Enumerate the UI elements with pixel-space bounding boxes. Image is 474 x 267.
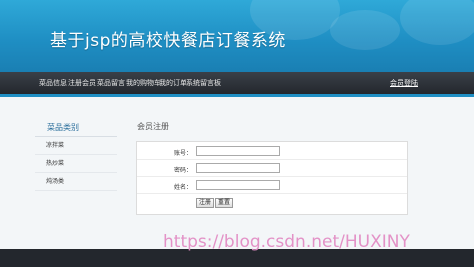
nav-login-link[interactable]: 会员登陆 xyxy=(390,78,418,88)
reset-button[interactable]: 重置 xyxy=(215,198,234,208)
account-label: 账号： xyxy=(173,150,192,157)
name-label: 姓名： xyxy=(173,184,192,191)
sidebar-item-soups[interactable]: 炖汤类 xyxy=(35,173,117,191)
form-row-account: 账号： xyxy=(137,144,407,160)
site-header: 基于jsp的高校快餐店订餐系统 xyxy=(0,0,474,72)
nav-item-orders[interactable]: 我的订单 xyxy=(159,78,187,88)
password-input[interactable] xyxy=(196,163,280,173)
nav-item-message-board[interactable]: 系统留言板 xyxy=(186,78,221,88)
register-panel: 会员注册 账号： 密码： 姓名： 注册 重置 xyxy=(133,118,409,218)
nav-item-cart[interactable]: 我的购物车 xyxy=(126,78,161,88)
register-form: 账号： 密码： 姓名： 注册 重置 xyxy=(136,141,408,215)
account-input[interactable] xyxy=(196,146,280,156)
top-nav: 菜品信息 注册会员 菜品留言 我的购物车 我的订单 系统留言板 会员登陆 xyxy=(0,72,474,95)
name-input[interactable] xyxy=(196,180,280,190)
password-label: 密码： xyxy=(173,167,192,174)
nav-item-dish-comments[interactable]: 菜品留言 xyxy=(97,78,125,88)
header-decoration xyxy=(400,0,474,45)
header-decoration xyxy=(330,10,400,50)
page-title: 会员注册 xyxy=(137,122,169,131)
sidebar-title: 菜品类别 xyxy=(35,118,117,137)
sidebar-item-hot-dishes[interactable]: 热炒菜 xyxy=(35,155,117,173)
watermark-text: https://blog.csdn.net/HUXINY xyxy=(163,232,410,252)
form-row-password: 密码： xyxy=(137,161,407,177)
site-title: 基于jsp的高校快餐店订餐系统 xyxy=(50,31,286,51)
sidebar-item-cold-dishes[interactable]: 凉拌菜 xyxy=(35,137,117,155)
nav-item-register[interactable]: 注册会员 xyxy=(68,78,96,88)
register-button[interactable]: 注册 xyxy=(196,198,215,208)
category-sidebar: 菜品类别 凉拌菜 热炒菜 炖汤类 xyxy=(35,118,117,208)
nav-divider xyxy=(0,94,474,97)
nav-item-dish-info[interactable]: 菜品信息 xyxy=(39,78,67,88)
form-row-name: 姓名： xyxy=(137,178,407,194)
